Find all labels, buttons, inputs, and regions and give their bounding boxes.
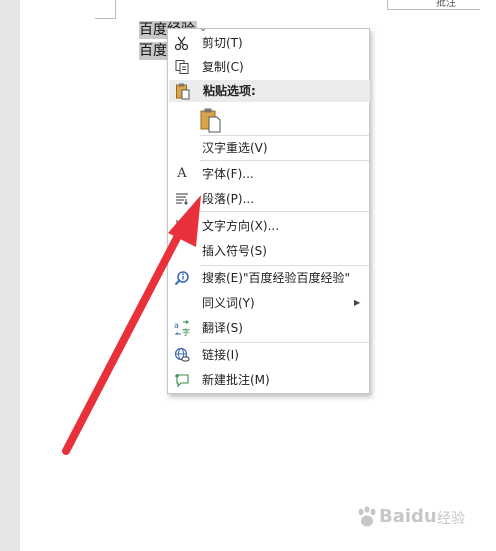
annotation-arrow bbox=[62, 195, 201, 455]
paw-logo-icon bbox=[358, 506, 376, 527]
watermark-brand: Baidu bbox=[379, 506, 437, 527]
watermark-sub: 经验 bbox=[437, 511, 465, 527]
watermark: Baidu 经验 bbox=[355, 500, 495, 540]
